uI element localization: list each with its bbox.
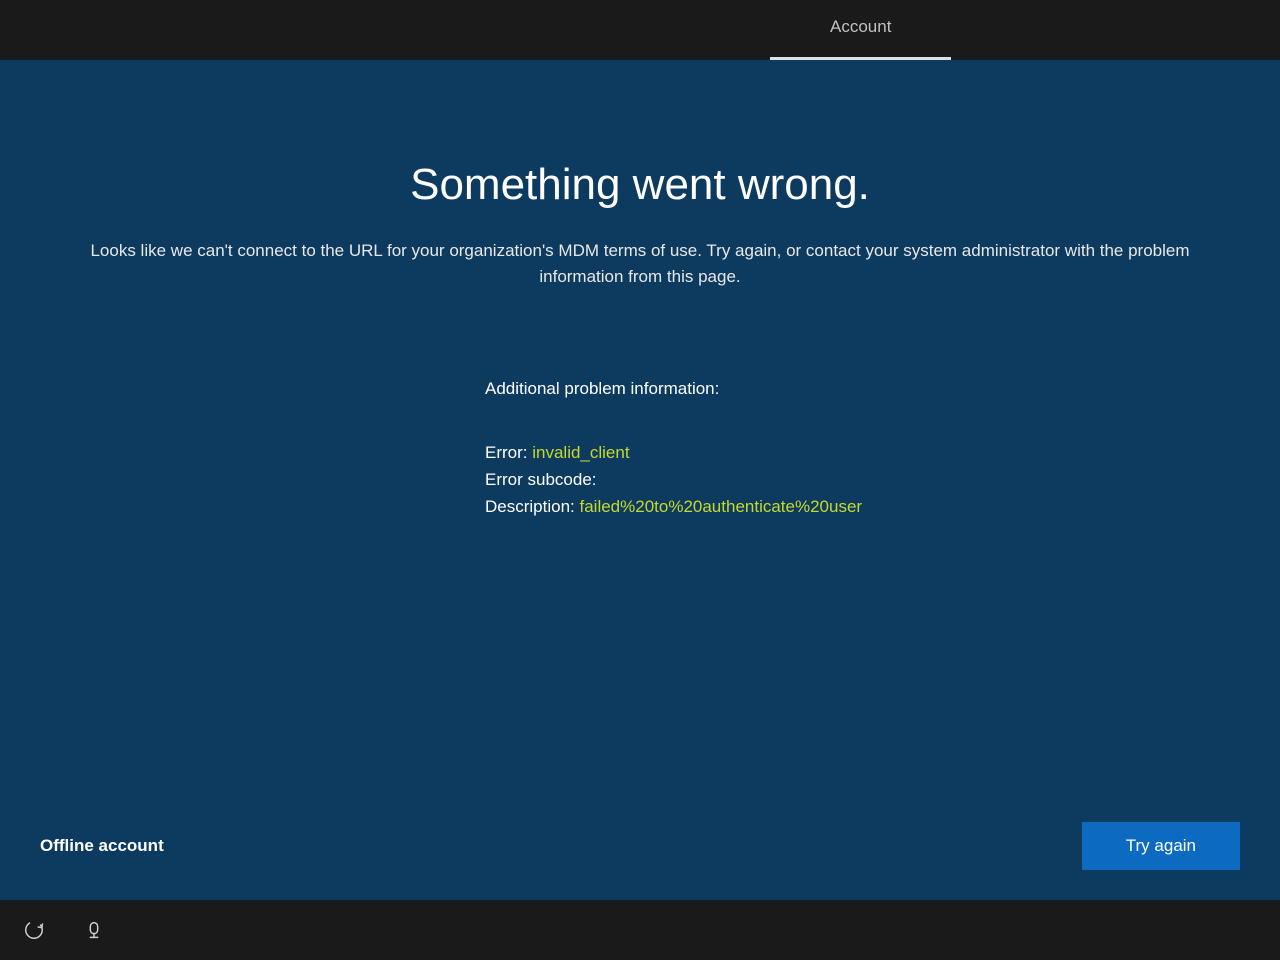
page-subtitle: Looks like we can't connect to the URL f… — [60, 238, 1220, 289]
main-content: Something went wrong. Looks like we can'… — [0, 60, 1280, 900]
error-subcode-line: Error subcode: — [485, 466, 1085, 493]
description-value: failed%20to%20authenticate%20user — [579, 497, 862, 516]
problem-info-block: Additional problem information: Error: i… — [485, 379, 1085, 521]
offline-account-link[interactable]: Offline account — [40, 836, 164, 856]
error-value: invalid_client — [532, 443, 629, 462]
tab-account[interactable]: Account — [770, 0, 951, 60]
try-again-button[interactable]: Try again — [1082, 822, 1240, 870]
description-label: Description: — [485, 497, 579, 516]
bottom-bar — [0, 900, 1280, 960]
top-bar: Account — [0, 0, 1280, 60]
error-subcode-label: Error subcode: — [485, 470, 597, 489]
description-line: Description: failed%20to%20authenticate%… — [485, 493, 1085, 520]
error-label: Error: — [485, 443, 532, 462]
ease-of-access-icon[interactable] — [20, 916, 48, 944]
error-line: Error: invalid_client — [485, 439, 1085, 466]
page-title: Something went wrong. — [40, 160, 1240, 210]
problem-info-header: Additional problem information: — [485, 379, 1085, 399]
footer-actions: Offline account Try again — [40, 822, 1240, 870]
accessibility-icon[interactable] — [80, 916, 108, 944]
